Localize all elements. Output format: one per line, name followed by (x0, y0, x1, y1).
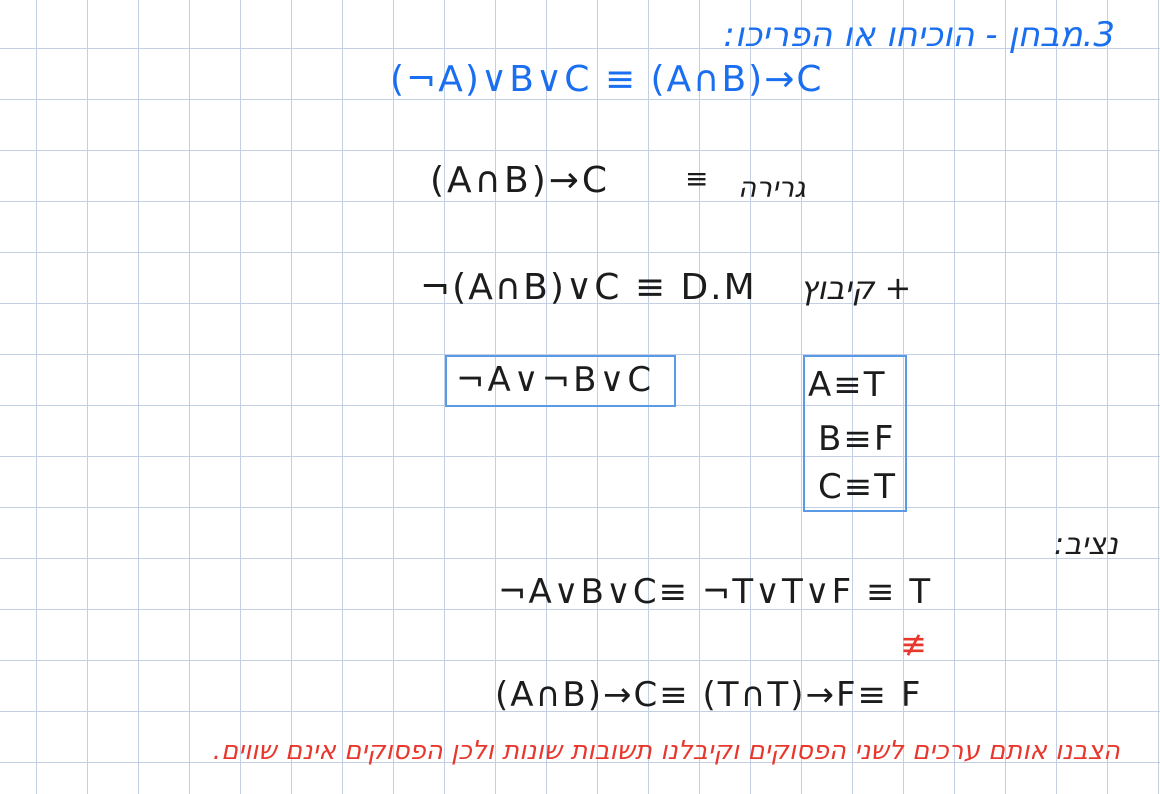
not-equal-mark: ≢ (900, 625, 927, 663)
result-formula: ¬A∨¬B∨C (456, 360, 655, 400)
step1-equiv: ≡ (685, 162, 709, 195)
assignment-b: B≡F (818, 419, 896, 459)
substitution-label: נציב: (1054, 527, 1118, 562)
assignment-a: A≡T (808, 365, 887, 405)
step2-rule: + קיבוץ (800, 269, 912, 307)
substitution-line1: ¬A∨B∨C≡ ¬T∨T∨F ≡ T (498, 572, 933, 612)
assignment-c: C≡T (818, 467, 897, 507)
step1-rule: גרירה (738, 171, 806, 204)
substitution-line2: (A∩B)→C≡ (T∩T)→F≡ F (495, 675, 923, 715)
page-title: 3.מבחן - הוכיחו או הפריכו: (723, 15, 1115, 55)
conclusion-text: הצבנו אותם ערכים לשני הפסוקים וקיבלנו תש… (212, 736, 1120, 766)
step2-expr: ¬(A∩B)∨C ≡ D.M (420, 267, 757, 308)
claim-formula: (¬A)∨B∨C ≡ (A∩B)→C (390, 59, 824, 100)
step1-lhs: (A∩B)→C (430, 160, 611, 201)
